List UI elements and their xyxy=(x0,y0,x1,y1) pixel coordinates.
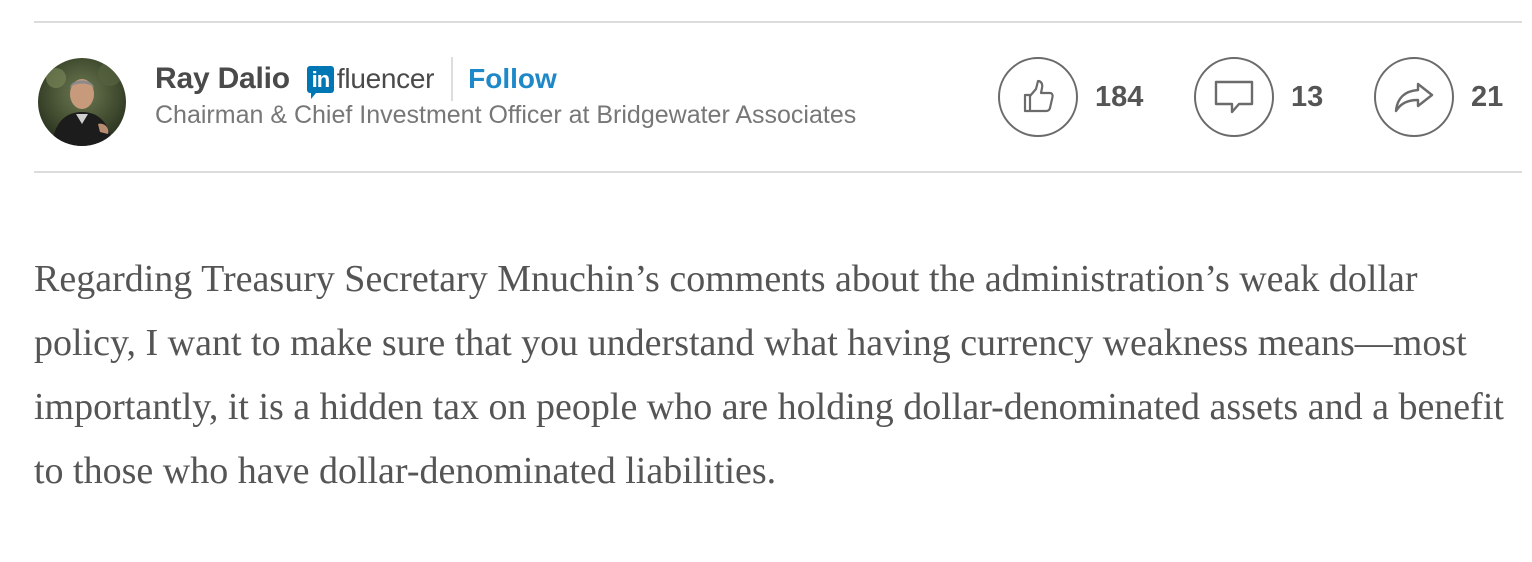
like-action: 184 xyxy=(998,57,1143,137)
bottom-divider xyxy=(34,171,1522,173)
article-paragraph: Regarding Treasury Secretary Mnuchin’s c… xyxy=(34,258,1504,492)
share-action: 21 xyxy=(1374,57,1503,137)
thumbs-up-icon xyxy=(1023,79,1054,113)
author-name[interactable]: Ray Dalio xyxy=(155,62,290,96)
share-count: 21 xyxy=(1471,80,1504,113)
comment-icon xyxy=(1214,80,1254,114)
comment-count: 13 xyxy=(1291,80,1324,113)
influencer-badge: in fluencer xyxy=(306,63,435,99)
header-divider xyxy=(451,57,454,101)
share-arrow-icon xyxy=(1394,82,1434,113)
like-button[interactable] xyxy=(998,57,1078,137)
influencer-label: fluencer xyxy=(336,63,435,94)
article-page: Ray Dalio in fluencer Follow Chairman & … xyxy=(0,0,1532,562)
like-count: 184 xyxy=(1095,80,1144,113)
author-avatar[interactable] xyxy=(38,58,126,146)
author-line: Ray Dalio in fluencer Follow xyxy=(155,56,557,102)
share-button[interactable] xyxy=(1374,57,1454,137)
comment-button[interactable] xyxy=(1194,57,1274,137)
top-divider xyxy=(34,21,1522,23)
follow-button[interactable]: Follow xyxy=(468,63,557,95)
comment-action: 13 xyxy=(1194,57,1323,137)
author-headline: Chairman & Chief Investment Officer at B… xyxy=(155,101,857,129)
linkedin-logo-icon: in xyxy=(306,65,334,99)
